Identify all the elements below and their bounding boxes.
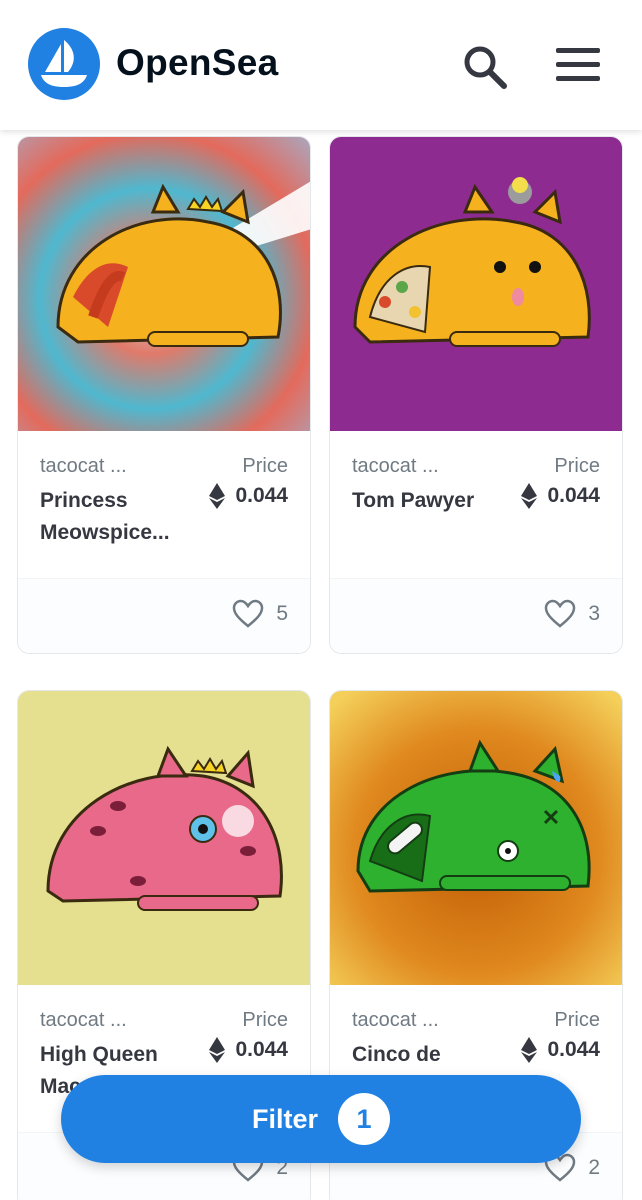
ethereum-icon	[209, 483, 226, 509]
brand-name[interactable]: OpenSea	[116, 42, 279, 84]
item-name[interactable]: Cinco de	[352, 1039, 502, 1071]
opensea-logo-icon[interactable]	[28, 28, 100, 100]
heart-icon[interactable]	[544, 599, 576, 629]
price-label: Price	[242, 455, 288, 477]
price-value: 0.044	[235, 1038, 288, 1061]
asset-grid: tacocat ... Princess Meowspice... Price …	[0, 130, 642, 1200]
item-name[interactable]: Princess Meowspice...	[40, 485, 190, 549]
filter-button[interactable]: Filter 1	[61, 1075, 581, 1163]
asset-card[interactable]: tacocat ... Tom Pawyer Price 0.044 3	[329, 136, 623, 654]
price-value: 0.044	[547, 484, 600, 507]
hamburger-menu-icon[interactable]	[554, 46, 602, 84]
price-row: 0.044	[209, 483, 288, 509]
nft-image[interactable]	[18, 137, 310, 431]
nft-image[interactable]	[18, 691, 310, 985]
collection-name[interactable]: tacocat ...	[352, 1009, 439, 1032]
price-row: 0.044	[521, 483, 600, 509]
ethereum-icon	[521, 1037, 538, 1063]
price-label: Price	[554, 455, 600, 477]
card-footer: 5	[18, 578, 310, 653]
ethereum-icon	[209, 1037, 226, 1063]
asset-card[interactable]: tacocat ... Princess Meowspice... Price …	[17, 136, 311, 654]
card-footer: 3	[330, 578, 622, 653]
collection-name[interactable]: tacocat ...	[40, 1009, 127, 1032]
like-button[interactable]: 5	[232, 599, 288, 629]
price-value: 0.044	[235, 484, 288, 507]
collection-name[interactable]: tacocat ...	[352, 455, 439, 478]
heart-icon[interactable]	[232, 599, 264, 629]
likes-count: 5	[276, 602, 288, 625]
price-row: 0.044	[209, 1037, 288, 1063]
nft-image[interactable]	[330, 691, 622, 985]
collection-name[interactable]: tacocat ...	[40, 455, 127, 478]
price-label: Price	[242, 1009, 288, 1031]
price-label: Price	[554, 1009, 600, 1031]
price-row: 0.044	[521, 1037, 600, 1063]
ethereum-icon	[521, 483, 538, 509]
search-icon[interactable]	[460, 42, 508, 90]
like-button[interactable]: 3	[544, 599, 600, 629]
likes-count: 3	[588, 602, 600, 625]
app-header: OpenSea	[0, 0, 642, 130]
price-value: 0.044	[547, 1038, 600, 1061]
likes-count: 2	[588, 1156, 600, 1179]
filter-count-badge: 1	[338, 1093, 390, 1145]
nft-image[interactable]	[330, 137, 622, 431]
filter-label: Filter	[251, 1103, 318, 1134]
item-name[interactable]: Tom Pawyer	[352, 485, 502, 517]
